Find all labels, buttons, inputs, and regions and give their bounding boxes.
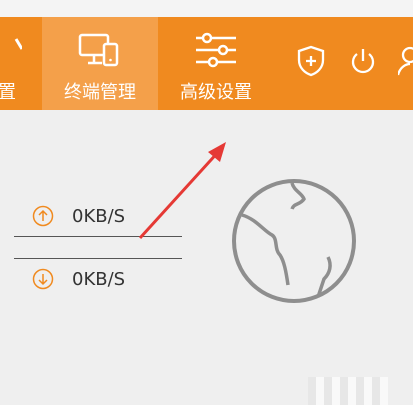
red-annotation-arrow xyxy=(138,142,226,240)
mosaic-watermark xyxy=(308,377,388,405)
